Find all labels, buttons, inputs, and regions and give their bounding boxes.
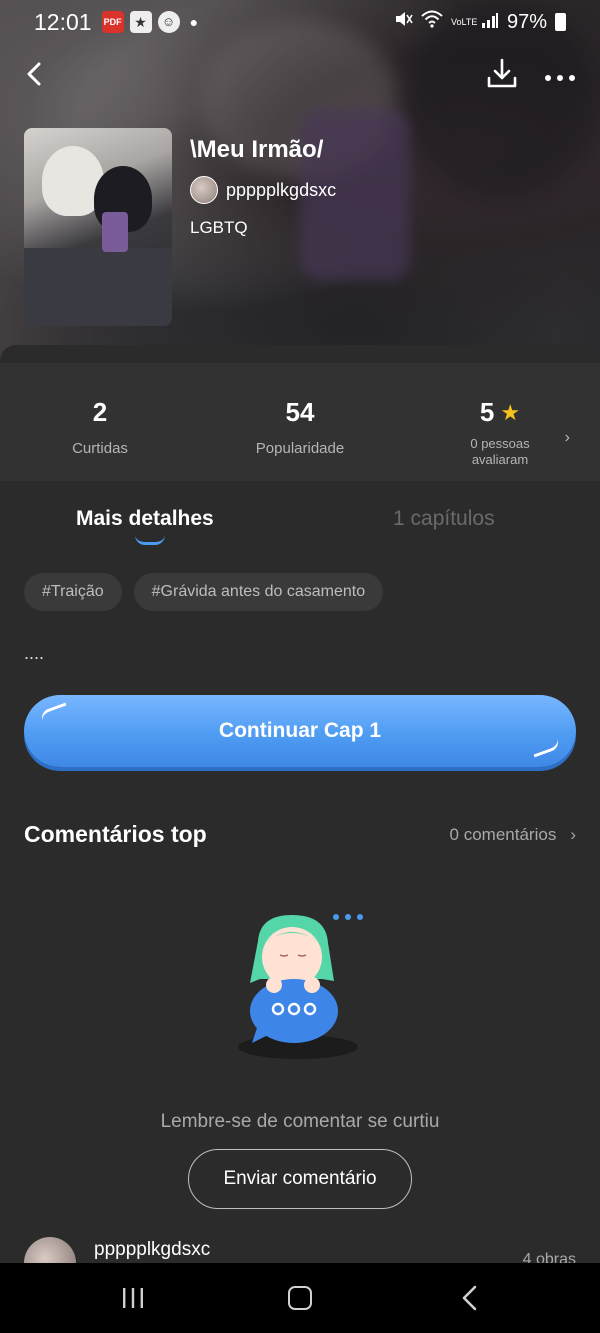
book-description: ....: [24, 643, 45, 663]
details-panel: 2 Curtidas 54 Popularidade 5 ★ 0 pessoas …: [0, 345, 600, 1265]
more-options-button[interactable]: [540, 56, 580, 92]
tag-chip[interactable]: #Grávida antes do casamento: [133, 573, 384, 611]
continue-label: Continuar Cap 1: [218, 719, 382, 742]
author-name: ppppplkgdsxc: [226, 179, 337, 200]
star-app-icon: ★: [129, 11, 152, 33]
mute-icon: [393, 9, 413, 35]
star-icon: ★: [500, 399, 521, 425]
author-row[interactable]: ppppplkgdsxc 4 obras: [24, 1235, 576, 1265]
chevron-left-icon: [27, 62, 41, 86]
tag-list: #Traição #Grávida antes do casamento: [24, 573, 384, 611]
ghost-app-icon: ☺: [157, 11, 180, 33]
stat-popularity-value: 54: [285, 397, 315, 427]
chevron-right-icon: ›: [570, 825, 576, 844]
comments-count-link[interactable]: 0 comentários ›: [450, 825, 576, 845]
tab-more-details[interactable]: Mais detalhes: [76, 507, 214, 531]
top-nav: [0, 52, 600, 96]
tag-chip[interactable]: #Traição: [24, 573, 122, 611]
battery-icon: [555, 13, 566, 31]
download-button[interactable]: [484, 56, 520, 92]
battery-percent: 97%: [506, 10, 547, 33]
empty-comments-text: Lembre-se de comentar se curtiu: [160, 1111, 440, 1132]
status-time: 12:01: [34, 8, 92, 35]
more-horizontal-icon: [545, 75, 575, 81]
back-nav-icon[interactable]: [460, 1285, 480, 1311]
stat-rating-value: 5: [479, 397, 495, 427]
comments-count: 0 comentários: [449, 825, 557, 844]
wifi-icon: [421, 10, 443, 34]
author-row-name: ppppplkgdsxc: [94, 1239, 211, 1260]
stat-popularity: 54 Popularidade: [200, 363, 400, 481]
stat-likes: 2 Curtidas: [0, 363, 200, 481]
author-avatar: [24, 1237, 76, 1265]
volte-icon: VoLTE: [450, 16, 478, 27]
system-nav-bar: [0, 1263, 600, 1333]
tab-chapters[interactable]: 1 capítulos: [393, 507, 495, 531]
recent-apps-icon[interactable]: [120, 1285, 146, 1311]
back-button[interactable]: [20, 56, 56, 92]
stats-bar: 2 Curtidas 54 Popularidade 5 ★ 0 pessoas …: [0, 363, 600, 481]
home-icon[interactable]: [288, 1286, 312, 1310]
stat-rating[interactable]: 5 ★ 0 pessoas avaliaram ›: [400, 363, 600, 481]
comments-title: Comentários top: [24, 821, 207, 847]
notification-dot-icon: ●: [189, 14, 199, 30]
book-cover[interactable]: [24, 128, 172, 326]
continue-reading-button[interactable]: Continuar Cap 1: [24, 695, 576, 767]
author-link[interactable]: ppppplkgdsxc: [190, 176, 336, 204]
status-right: VoLTE 97%: [393, 9, 566, 35]
active-tab-indicator: [135, 535, 165, 545]
chevron-right-icon: ›: [564, 429, 570, 446]
stat-likes-label: Curtidas: [72, 440, 128, 457]
author-avatar: [190, 176, 218, 204]
book-title: \Meu Irmão/: [190, 136, 324, 163]
stat-rating-label: 0 pessoas avaliaram: [470, 436, 530, 467]
empty-comments-mascot-icon: [238, 914, 363, 1059]
pdf-app-icon: PDF: [101, 11, 124, 33]
genre-label[interactable]: LGBTQ: [190, 218, 248, 238]
stat-popularity-label: Popularidade: [255, 440, 345, 457]
tabs: Mais detalhes 1 capítulos: [0, 493, 600, 553]
download-icon: [487, 58, 517, 88]
send-comment-button[interactable]: Enviar comentário: [188, 1149, 412, 1209]
stat-likes-value: 2: [92, 397, 108, 427]
status-bar: 12:01 PDF ★ ☺ ● VoLTE 97%: [0, 0, 600, 44]
signal-icon: [481, 11, 499, 34]
